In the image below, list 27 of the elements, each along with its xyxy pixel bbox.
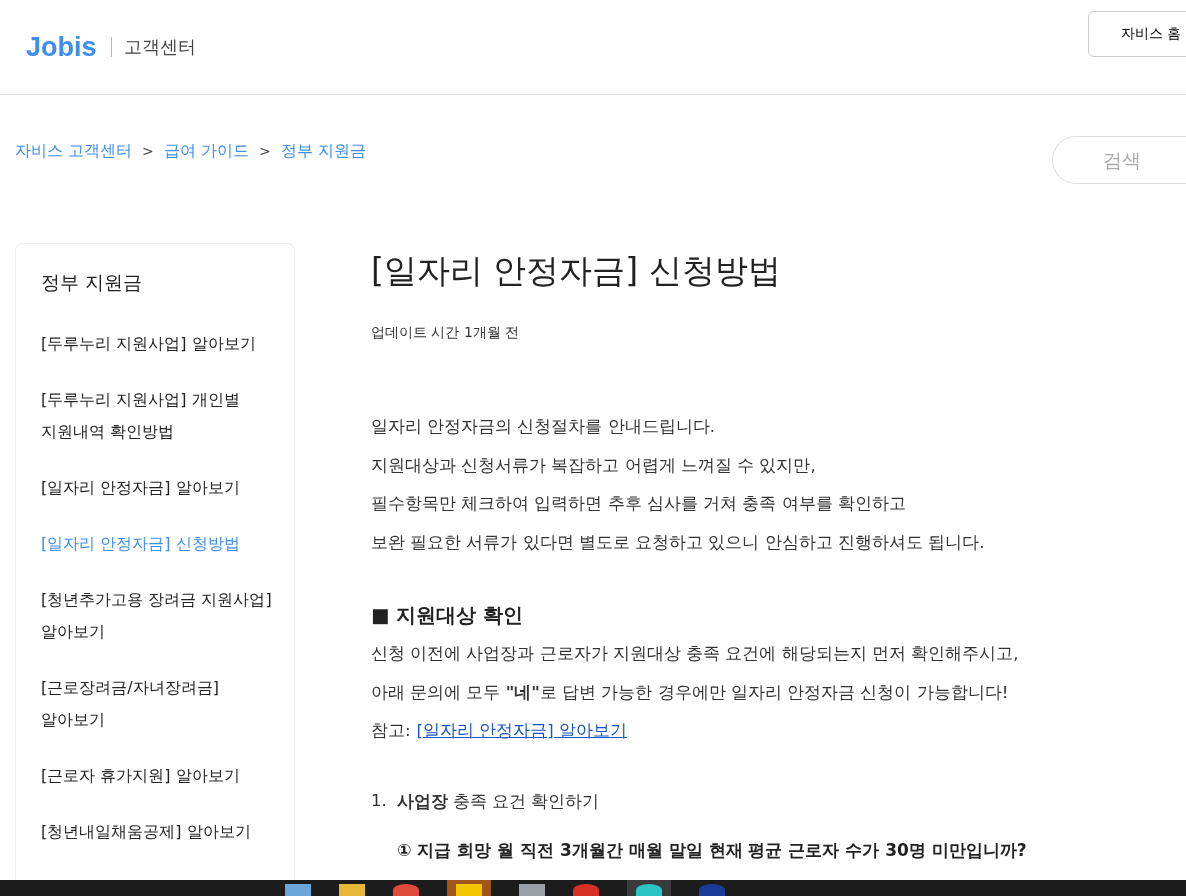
sidebar-title: 정부 지원금 xyxy=(41,270,144,295)
sidebar-item[interactable]: [두루누리 지원사업] 개인별 지원내역 확인방법 xyxy=(41,384,274,448)
breadcrumb-separator: > xyxy=(258,143,271,159)
reference-link[interactable]: [일자리 안정자금] 알아보기 xyxy=(416,712,627,751)
update-time: 업데이트 시간 1개월 전 xyxy=(371,324,521,342)
sidebar-item[interactable]: [근로장려금/자녀장려금] 알아보기 xyxy=(41,672,274,736)
step-text: 사업장 충족 요건 확인하기 xyxy=(396,790,600,813)
sidebar-item[interactable]: [청년내일채움공제] 알아보기 xyxy=(41,816,274,848)
paragraph-line: 일자리 안정자금의 신청절차를 안내드립니다. xyxy=(371,416,716,438)
site-section: 고객센터 xyxy=(123,35,196,59)
search-field[interactable]: 검색 xyxy=(1052,136,1186,184)
paragraph-line: 필수항목만 체크하여 입력하면 추후 심사를 거쳐 충족 여부를 확인하고 xyxy=(371,493,907,515)
step-number: 1. xyxy=(371,790,387,812)
paragraph-line: 보완 필요한 서류가 있다면 별도로 요청하고 있으니 안심하고 진행하셔도 됩니다. xyxy=(371,531,986,554)
section-heading: ■ 지원대상 확인 xyxy=(371,603,524,629)
paragraph-line: 신청 이전에 사업장과 근로자가 지원대상 충족 요건에 해당되는지 먼저 확인해주시고, xyxy=(371,643,1020,665)
reference-label: 참고: xyxy=(371,720,411,742)
paragraph-line: 아래 문의에 모두 "네"로 답변 가능한 경우에만 일자리 안정자금 신청이 가능합니다! xyxy=(371,681,1010,704)
sidebar-item[interactable]: [근로자 휴가지원] 알아보기 xyxy=(41,760,274,792)
sidebar-item[interactable]: [청년추가고용 장려금 지원사업] 알아보기 xyxy=(41,584,274,648)
paragraph-line: 지원대상과 신청서류가 복잡하고 어렵게 느껴질 수 있지만, xyxy=(371,454,817,477)
sidebar-item[interactable]: [두루누리 지원사업] 알아보기 xyxy=(41,328,274,360)
sidebar-item[interactable]: [일자리 안정자금] 알아보기 xyxy=(41,472,274,504)
article-title: [일자리 안정자금] 신청방법 xyxy=(371,250,782,292)
question-text: ① 지급 희망 월 직전 3개월간 매월 말일 현재 평균 근로자 수가 30명 미만입니까? xyxy=(397,838,1028,862)
home-button[interactable]: 자비스 홈 xyxy=(1088,11,1186,57)
breadcrumb-separator: > xyxy=(142,143,154,159)
